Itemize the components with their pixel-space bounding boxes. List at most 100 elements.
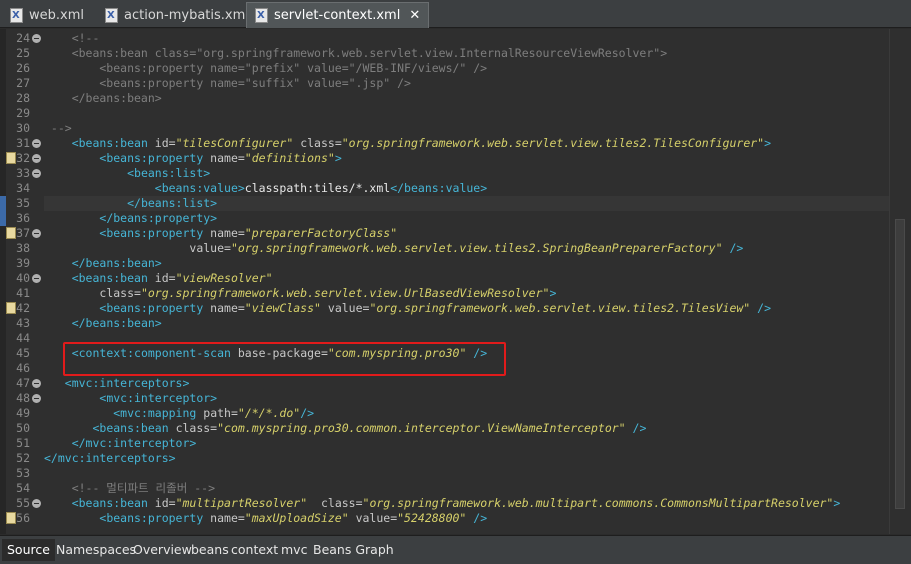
code-line[interactable]: </beans:bean>: [44, 316, 162, 331]
code-line[interactable]: <beans:value>classpath:tiles/*.xml</bean…: [44, 181, 487, 196]
xml-file-icon: [10, 7, 23, 23]
warning-marker-icon[interactable]: [6, 227, 16, 239]
close-tab-icon[interactable]: ✕: [409, 8, 420, 23]
editor-tab-bar: web.xml action-mybatis.xml servlet-conte…: [0, 0, 911, 28]
line-number: 24: [16, 31, 30, 45]
tab-action-mybatis-xml[interactable]: action-mybatis.xml: [97, 2, 257, 28]
vertical-scrollbar[interactable]: [889, 29, 911, 534]
line-number: 30: [16, 121, 30, 135]
fold-toggle-icon[interactable]: [32, 379, 41, 388]
code-line[interactable]: </beans:list>: [44, 196, 889, 211]
code-line[interactable]: <beans:bean class="com.myspring.pro30.co…: [44, 421, 646, 436]
fold-toggle-icon[interactable]: [32, 229, 41, 238]
line-number: 35: [16, 196, 30, 210]
warning-marker-icon[interactable]: [6, 512, 16, 524]
code-line[interactable]: <mvc:interceptor>: [44, 391, 217, 406]
tab-web-xml[interactable]: web.xml: [2, 2, 92, 28]
fold-toggle-icon[interactable]: [32, 274, 41, 283]
code-line[interactable]: value="org.springframework.web.servlet.v…: [44, 241, 743, 256]
tab-label: action-mybatis.xml: [124, 7, 249, 23]
code-line[interactable]: class="org.springframework.web.servlet.v…: [44, 286, 556, 301]
editor-bottom-tabs: Source Namespaces Overview beans context…: [0, 535, 911, 564]
code-token: >: [334, 151, 342, 165]
line-number: 29: [16, 106, 30, 120]
code-area[interactable]: <!-- <beans:bean class="org.springframew…: [44, 29, 889, 534]
code-token: >: [833, 496, 841, 510]
bottom-tab-overview[interactable]: Overview: [133, 539, 192, 561]
xml-editor[interactable]: 24 25 26 27 28 29 30 31 32 33 34 35 36 37 38 39 40 41 42 43…: [0, 29, 911, 534]
bottom-tab-namespaces[interactable]: Namespaces: [56, 539, 136, 561]
code-line[interactable]: </mvc:interceptors>: [44, 451, 176, 466]
code-token: <beans:value>: [154, 181, 245, 195]
code-line[interactable]: </mvc:interceptor>: [44, 436, 197, 451]
code-line[interactable]: <beans:bean class="org.springframework.w…: [44, 46, 667, 61]
line-number: 34: [16, 181, 30, 195]
line-number: 27: [16, 76, 30, 90]
code-token: "org.springframework.web.servlet.view.Ur…: [140, 286, 550, 300]
code-line[interactable]: -->: [44, 121, 72, 136]
fold-toggle-icon[interactable]: [32, 34, 41, 43]
code-token: >: [549, 286, 557, 300]
code-token: <mvc:interceptors>: [64, 376, 190, 390]
code-token: <beans:property: [99, 226, 204, 240]
code-line[interactable]: <beans:property name="definitions">: [44, 151, 342, 166]
line-number: 47: [16, 376, 30, 390]
warning-marker-icon[interactable]: [6, 152, 16, 164]
line-number-gutter: 24 25 26 27 28 29 30 31 32 33 34 35 36 37 38 39 40 41 42 43…: [6, 29, 44, 534]
code-line[interactable]: <mvc:interceptors>: [44, 376, 190, 391]
line-number: 53: [16, 466, 30, 480]
code-line[interactable]: <beans:bean id="multipartResolver" class…: [44, 496, 841, 511]
tab-servlet-context-xml[interactable]: servlet-context.xml ✕: [246, 2, 430, 28]
fold-toggle-icon[interactable]: [32, 394, 41, 403]
code-line[interactable]: <!--: [44, 31, 100, 46]
code-line[interactable]: <beans:property name="viewClass" value="…: [44, 301, 771, 316]
code-token: -->: [44, 121, 72, 135]
code-line[interactable]: </beans:bean>: [44, 91, 162, 106]
code-token: <!--: [44, 31, 100, 45]
fold-toggle-icon[interactable]: [32, 169, 41, 178]
bottom-tab-beans-graph[interactable]: Beans Graph: [313, 539, 394, 561]
code-line[interactable]: <beans:bean id="tilesConfigurer" class="…: [44, 136, 771, 151]
code-line[interactable]: <beans:property name="suffix" value=".js…: [44, 76, 411, 91]
code-token: <beans:property: [99, 151, 204, 165]
code-token: <beans:bean: [71, 136, 148, 150]
line-number: 41: [16, 286, 30, 300]
code-token: "org.springframework.web.multipart.commo…: [362, 496, 834, 510]
code-token: <mvc:interceptor>: [99, 391, 218, 405]
code-line[interactable]: <mvc:mapping path="/*/*.do"/>: [44, 406, 314, 421]
code-line[interactable]: <beans:property name="maxUploadSize" val…: [44, 511, 487, 526]
code-token: />: [722, 241, 744, 255]
fold-toggle-icon[interactable]: [32, 139, 41, 148]
bottom-tab-source[interactable]: Source: [2, 539, 55, 561]
code-line[interactable]: </beans:bean>: [44, 256, 162, 271]
fold-toggle-icon[interactable]: [32, 499, 41, 508]
code-token: <beans:property: [99, 301, 204, 315]
code-line[interactable]: <beans:property name="preparerFactoryCla…: [44, 226, 397, 241]
code-token: <beans:list>: [127, 166, 211, 180]
warning-marker-icon[interactable]: [6, 302, 16, 314]
scrollbar-thumb[interactable]: [895, 219, 905, 509]
code-line[interactable]: <beans:bean id="viewResolver": [44, 271, 273, 286]
code-line[interactable]: <beans:list>: [44, 166, 210, 181]
code-line[interactable]: <beans:property name="prefix" value="/WE…: [44, 61, 487, 76]
code-line[interactable]: <!-- 멀티파트 리졸버 -->: [44, 481, 215, 496]
code-token: />: [625, 421, 647, 435]
bottom-tab-mvc[interactable]: mvc: [281, 539, 307, 561]
line-number: 25: [16, 46, 30, 60]
bottom-tab-beans[interactable]: beans: [191, 539, 229, 561]
tab-label: servlet-context.xml: [274, 8, 401, 23]
bottom-tab-context[interactable]: context: [231, 539, 278, 561]
tab-label: web.xml: [29, 7, 84, 23]
code-token: "/*/*.do": [237, 406, 301, 420]
code-token: <beans:property: [99, 511, 204, 525]
code-line[interactable]: </beans:property>: [44, 211, 217, 226]
line-number: 44: [16, 331, 30, 345]
fold-toggle-icon[interactable]: [32, 154, 41, 163]
code-token: <beans:property name="prefix" value="/WE…: [44, 61, 488, 75]
